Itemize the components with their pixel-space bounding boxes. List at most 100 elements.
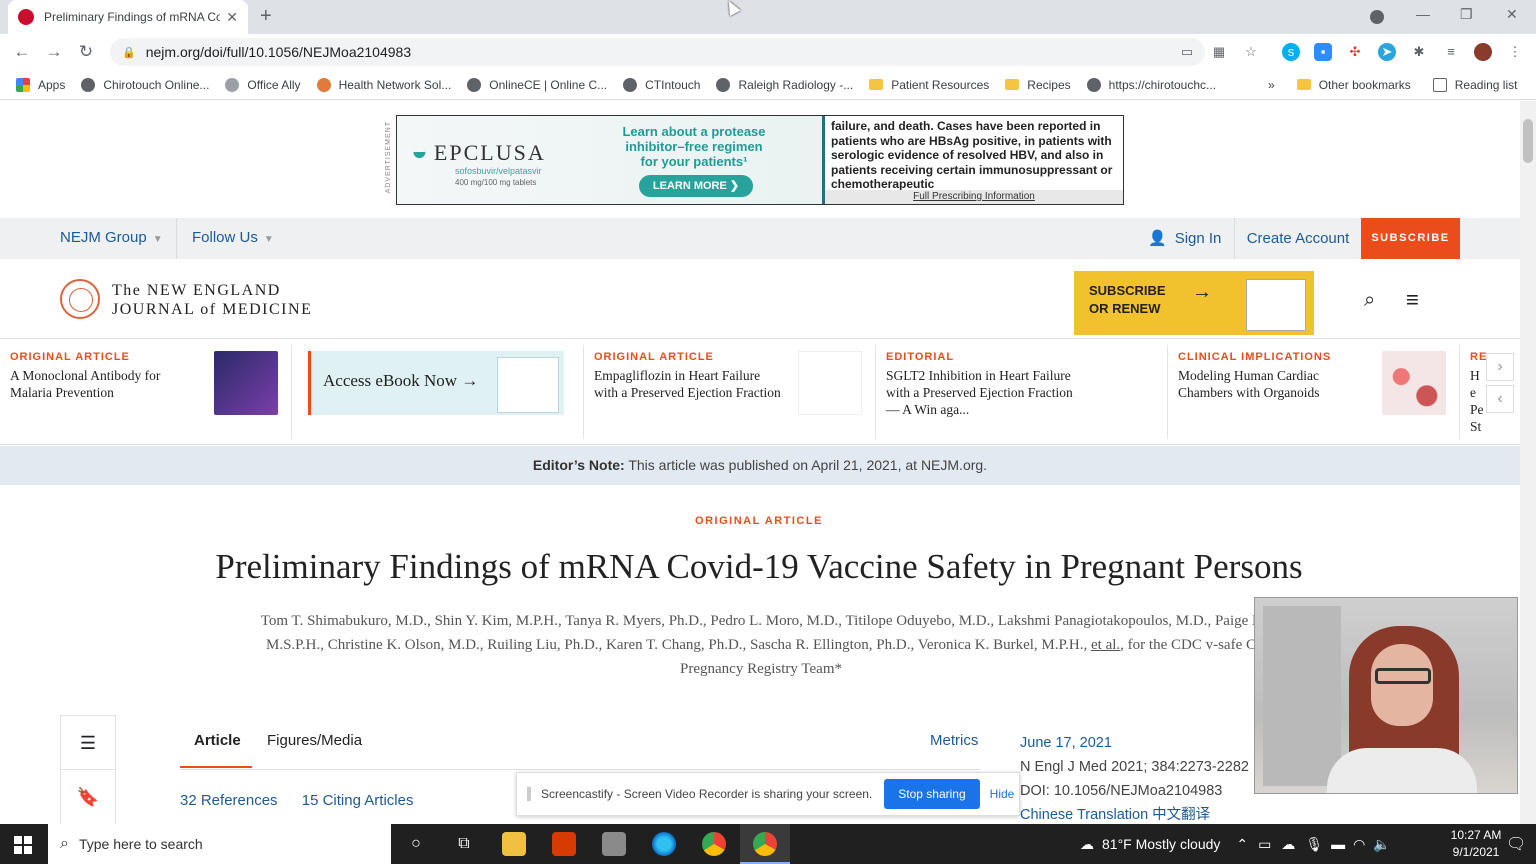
bookmark-chirotouch[interactable]: Chirotouch Online... [81, 77, 209, 92]
toc-list-icon[interactable]: ☰ [61, 716, 115, 770]
forward-icon[interactable]: → [38, 42, 70, 62]
address-bar[interactable]: 🔒 nejm.org/doi/full/10.1056/NEJMoa210498… [110, 38, 1205, 66]
chevron-down-icon: ▼ [263, 234, 274, 245]
chinese-translation-link[interactable]: Chinese Translation 中文翻译 [1020, 803, 1249, 824]
lock-icon[interactable]: 🔒 [122, 46, 136, 59]
hide-button[interactable]: Hide [990, 787, 1015, 801]
globe-icon [1086, 77, 1101, 92]
bookmark-recipes[interactable]: Recipes [1005, 78, 1071, 92]
weather-text[interactable]: 81°F Mostly cloudy [1102, 836, 1220, 852]
follow-us-menu[interactable]: Follow Us ▼ [192, 229, 274, 246]
references-link[interactable]: 32 References [180, 792, 278, 809]
divider [583, 345, 584, 439]
carousel-card-malaria[interactable]: ORIGINAL ARTICLE A Monoclonal Antibody f… [10, 351, 280, 431]
reload-icon[interactable]: ↻ [70, 42, 102, 62]
close-tab-icon[interactable]: ✕ [226, 9, 238, 26]
nejm-group-menu[interactable]: NEJM Group ▼ [60, 229, 163, 246]
file-explorer-icon[interactable] [502, 832, 526, 856]
close-window-icon[interactable]: ✕ [1506, 6, 1518, 23]
carousel-card-empagliflozin[interactable]: ORIGINAL ARTICLE Empagliflozin in Heart … [594, 351, 864, 431]
notifications-icon[interactable]: 🗨 [1506, 834, 1526, 854]
carousel-next-button[interactable]: › [1486, 353, 1514, 381]
task-view-icon[interactable]: ⧉ [452, 832, 476, 856]
new-tab-icon[interactable]: + [260, 5, 272, 28]
back-icon[interactable]: ← [6, 42, 38, 62]
reading-list[interactable]: Reading list [1432, 77, 1517, 92]
telegram-icon[interactable]: ➤ [1378, 43, 1396, 61]
arrow-right-icon: → [1192, 281, 1212, 303]
bookmark-raleigh-radiology[interactable]: Raleigh Radiology -... [716, 77, 853, 92]
cast-icon[interactable]: ▭ [1178, 43, 1196, 61]
subscribe-button[interactable]: SUBSCRIBE [1361, 218, 1460, 259]
calculator-icon[interactable] [602, 832, 626, 856]
citing-articles-link[interactable]: 15 Citing Articles [302, 792, 414, 809]
bookmark-health-network[interactable]: Health Network Sol... [316, 77, 451, 92]
hamburger-menu-icon[interactable]: ≡ [1406, 287, 1419, 313]
search-icon[interactable]: ⌕ [1364, 289, 1375, 312]
page-scrollbar[interactable] [1520, 101, 1536, 824]
scrollbar-thumb[interactable] [1523, 119, 1533, 163]
restore-icon[interactable]: ❐ [1460, 6, 1473, 23]
cortana-icon[interactable]: ○ [404, 832, 428, 856]
advertisement-banner[interactable]: ◒ EPCLUSA sofosbuvir/velpatasvir 400 mg/1… [396, 115, 1124, 205]
tray-overflow-icon[interactable]: ⌃ [1236, 836, 1248, 853]
profile-avatar[interactable] [1474, 43, 1492, 61]
carousel-card-organoids[interactable]: CLINICAL IMPLICATIONS Modeling Human Car… [1178, 351, 1448, 431]
microphone-icon[interactable]: 🎙 [1305, 836, 1323, 853]
bookmark-office-ally[interactable]: Office Ally [225, 77, 301, 92]
chrome-active-app[interactable] [740, 824, 790, 864]
tab-figures-media[interactable]: Figures/Media [267, 732, 362, 749]
webcam-overlay[interactable] [1254, 597, 1518, 794]
volume-icon[interactable]: 🔈 [1373, 836, 1390, 853]
tab-article[interactable]: Article [180, 732, 252, 768]
journal-logo[interactable]: The NEW ENGLAND JOURNAL of MEDICINE [112, 281, 312, 319]
adobe-icon[interactable]: ✣ [1346, 43, 1364, 61]
drag-handle-icon[interactable] [527, 787, 531, 801]
stop-sharing-button[interactable]: Stop sharing [884, 779, 980, 809]
zoom-icon[interactable]: ▪ [1314, 43, 1332, 61]
bookmark-ctintouch[interactable]: CTIntouch [623, 77, 700, 92]
nejm-seal-logo[interactable] [60, 279, 100, 319]
chrome-icon[interactable] [702, 832, 726, 856]
carousel-card-sglt2[interactable]: EDITORIAL SGLT2 Inhibition in Heart Fail… [886, 351, 1156, 431]
office-icon[interactable] [552, 832, 576, 856]
globe-icon [467, 77, 482, 92]
battery-icon[interactable]: ▬ [1331, 836, 1345, 852]
subscribe-renew-promo[interactable]: SUBSCRIBE OR RENEW → [1074, 271, 1314, 335]
et-al-link[interactable]: et al. [1091, 637, 1120, 653]
extensions-icon[interactable]: ✱ [1410, 43, 1428, 61]
skype-icon[interactable]: s [1282, 43, 1300, 61]
tab-metrics[interactable]: Metrics [930, 732, 978, 749]
bookmarks-overflow[interactable]: » [1268, 78, 1275, 92]
bookmark-onlinece[interactable]: OnlineCE | Online C... [467, 77, 607, 92]
cloud-weather-icon[interactable]: ☁ [1080, 836, 1094, 853]
learn-more-button[interactable]: LEARN MORE ❯ [639, 175, 753, 197]
bookmark-other[interactable]: Other bookmarks [1296, 78, 1411, 92]
ad-left-panel[interactable]: ◒ EPCLUSA sofosbuvir/velpatasvir 400 mg/1… [397, 116, 822, 204]
tab-search-icon[interactable] [1370, 10, 1384, 24]
bookmark-patient-resources[interactable]: Patient Resources [869, 78, 989, 92]
chrome-menu-icon[interactable]: ⋮ [1506, 43, 1524, 61]
browser-tab-active[interactable]: Preliminary Findings of mRNA Co ✕ [8, 0, 248, 34]
reading-queue-icon[interactable]: ≡ [1442, 43, 1460, 61]
access-ebook-banner[interactable]: Access eBook Now → [308, 351, 564, 415]
ad-label: ADVERTISEMENT [385, 121, 392, 194]
star-icon[interactable]: ☆ [1242, 43, 1260, 61]
bookmark-chirotouch-url[interactable]: https://chirotouchc... [1086, 77, 1216, 92]
bookmark-apps[interactable]: Apps [16, 77, 65, 92]
meet-now-icon[interactable]: ▭ [1258, 836, 1271, 853]
taskbar-search-box[interactable]: ⌕ Type here to search [48, 824, 391, 864]
create-account-link[interactable]: Create Account [1234, 218, 1361, 259]
onedrive-icon[interactable]: ☁ [1281, 836, 1295, 853]
minimize-icon[interactable]: — [1416, 6, 1430, 22]
bookmark-icon[interactable]: 🔖 [61, 770, 115, 824]
qr-icon[interactable]: ▦ [1210, 43, 1228, 61]
sign-in-link[interactable]: 👤 Sign In [1148, 229, 1221, 248]
wifi-icon[interactable]: ◠ [1353, 836, 1365, 853]
prescribing-info-link[interactable]: Full Prescribing Information [825, 190, 1123, 204]
windows-start-icon[interactable] [14, 836, 32, 854]
carousel-prev-button[interactable]: ‹ [1486, 385, 1514, 413]
system-clock[interactable]: 10:27 AM 9/1/2021 [1448, 827, 1504, 861]
edge-icon[interactable] [652, 832, 676, 856]
masthead: The NEW ENGLAND JOURNAL of MEDICINE SUBS… [0, 259, 1520, 339]
